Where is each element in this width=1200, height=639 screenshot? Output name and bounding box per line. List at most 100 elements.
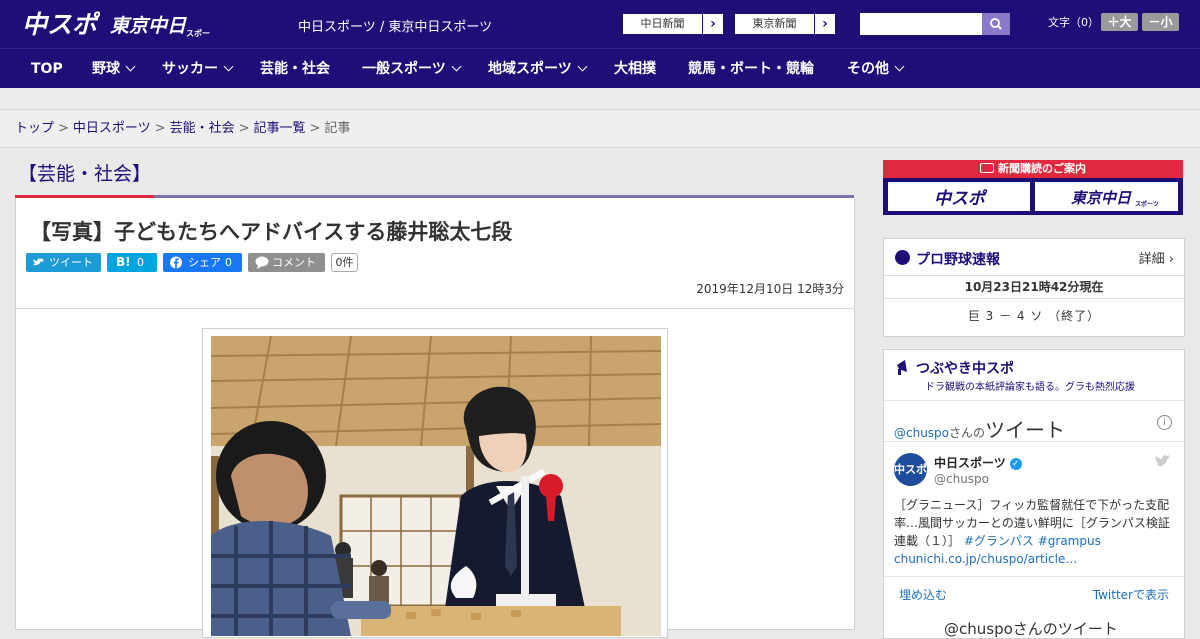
search-button[interactable] (982, 13, 1010, 35)
tokyo-shimbun-button[interactable]: 東京新聞 › (734, 13, 836, 35)
main-nav: TOP 野球 サッカー 芸能・社会 一般スポーツ 地域スポーツ 大相撲 競馬・ボ… (0, 48, 1200, 88)
nav-item-top[interactable]: TOP (31, 49, 63, 89)
chevron-right-icon: › (710, 16, 716, 32)
tokyo-chunichi-logo-mark: 東京中日 スポーツ (1071, 189, 1159, 208)
search-input[interactable] (860, 13, 982, 35)
facebook-share-button[interactable]: シェア 0 (163, 253, 242, 272)
chevron-down-icon (894, 61, 905, 72)
photo-image (211, 336, 661, 636)
font-size-label: 文字（0） (1048, 16, 1099, 29)
divider (884, 576, 1184, 577)
breadcrumb-separator: > (309, 121, 321, 136)
article-photo-frame (202, 328, 668, 638)
subscription-header-label: 新聞購読のご案内 (998, 162, 1086, 175)
tweet-account-user[interactable]: @chuspo (934, 472, 989, 486)
nav-item-soccer[interactable]: サッカー (162, 49, 234, 89)
font-smaller-button[interactable]: －小 (1142, 13, 1179, 31)
hatena-icon: B! (116, 255, 131, 269)
search-icon (990, 18, 1002, 30)
svg-text:スポーツ: スポーツ (1135, 200, 1159, 208)
breadcrumb-separator: > (238, 121, 250, 136)
megaphone-icon (897, 360, 907, 375)
chunichi-shimbun-label: 中日新聞 (623, 14, 703, 34)
nav-item-racing[interactable]: 競馬・ボート・競輪 (688, 49, 814, 89)
facebook-share-count: 0 (225, 256, 232, 269)
subscription-tokyo-logo[interactable]: 東京中日 スポーツ (1035, 182, 1178, 211)
svg-text:スポーツ: スポーツ (186, 28, 210, 38)
section-title: 【芸能・社会】 (18, 163, 152, 185)
top-bar: 中スポ 東京中日 スポーツ 中日スポーツ / 東京中日スポーツ 中日新聞 › 東… (0, 0, 1200, 48)
article-date: 2019年12月10日 12時3分 (696, 282, 844, 296)
nav-item-sumo[interactable]: 大相撲 (614, 49, 656, 89)
info-icon[interactable]: i (1157, 415, 1172, 430)
breadcrumb-link[interactable]: 中日スポーツ (73, 121, 151, 136)
nav-item-baseball[interactable]: 野球 (92, 49, 136, 89)
font-larger-button[interactable]: ＋大 (1101, 13, 1138, 31)
baseball-time: 10月23日21時42分現在 (884, 275, 1184, 299)
hatena-bookmark-button[interactable]: B! 0 (107, 253, 157, 272)
tweet-account-name-label: 中日スポーツ (934, 456, 1006, 470)
breadcrumb-current: 記事 (324, 121, 351, 136)
svg-text:東京中日: 東京中日 (110, 15, 187, 37)
tweet-label: ツイート (49, 256, 93, 269)
tokyo-chunichi-logo[interactable]: 東京中日 スポーツ (110, 8, 210, 40)
facebook-icon (170, 256, 182, 269)
chevron-down-icon (577, 61, 588, 72)
comment-count: 0件 (331, 253, 358, 272)
tweet-hashtags[interactable]: #グランパス #grampus (964, 534, 1101, 548)
subscription-header: 新聞購読のご案内 (883, 160, 1183, 178)
baseball-title: プロ野球速報 (916, 252, 1000, 268)
breadcrumb-link[interactable]: 芸能・社会 (170, 121, 235, 136)
breadcrumb-separator: > (58, 121, 69, 136)
tweet-account-name[interactable]: 中日スポーツ ✓ (934, 454, 1022, 471)
breadcrumb-link[interactable]: 記事一覧 (254, 121, 306, 136)
search-box (860, 13, 1010, 35)
chevron-right-icon: › (822, 16, 828, 32)
tweets-heading-label: ツイート (985, 418, 1066, 442)
tweets-heading[interactable]: @chuspoさんのツイート (894, 414, 1065, 443)
article-title: 【写真】子どもたちへアドバイスする藤井聡太七段 (30, 220, 513, 244)
tweets-footer-heading: @chuspoさんのツイート (944, 620, 1118, 638)
breadcrumb-link[interactable]: トップ (15, 121, 54, 136)
article: 【写真】子どもたちへアドバイスする藤井聡太七段 ツイート B! 0 シェア 0 … (15, 198, 855, 638)
svg-text:中スポ: 中スポ (22, 10, 100, 39)
chunichi-shimbun-button[interactable]: 中日新聞 › (622, 13, 724, 35)
twitter-handle-suffix: さんの (949, 426, 986, 440)
twitter-widget-subtitle[interactable]: ドラ観戦の本紙評論家も語る。グラも熱烈応援 (925, 378, 1135, 393)
nav-item-general-sports[interactable]: 一般スポーツ (362, 49, 462, 89)
chevron-down-icon (223, 61, 234, 72)
nav-item-entertainment[interactable]: 芸能・社会 (260, 49, 330, 89)
twitter-bird-icon (33, 258, 44, 266)
nav-item-other[interactable]: その他 (847, 49, 905, 89)
comment-label: コメント (272, 256, 316, 269)
twitter-bird-icon[interactable] (1155, 454, 1172, 468)
breadcrumb: トップ > 中日スポーツ > 芸能・社会 > 記事一覧 > 記事 (0, 111, 1200, 148)
baseball-icon (895, 250, 910, 265)
chevron-down-icon (125, 61, 136, 72)
tweet-text: ［グラニュース］フィッカ監督就任で下がった支配率…風間サッカーとの違い鮮明に［グ… (894, 496, 1179, 568)
nav-item-local-sports[interactable]: 地域スポーツ (488, 49, 588, 89)
subscription-banner[interactable]: 新聞購読のご案内 中スポ 東京中日 スポーツ (883, 160, 1183, 215)
main-column: 【芸能・社会】 【写真】子どもたちへアドバイスする藤井聡太七段 ツイート B! … (15, 149, 855, 638)
view-on-twitter-link[interactable]: Twitterで表示 (1093, 586, 1169, 603)
tweets-header: @chuspoさんのツイート i (884, 400, 1184, 442)
comment-button[interactable]: コメント (248, 253, 325, 272)
twitter-handle: @chuspo (894, 426, 950, 440)
chevron-down-icon (451, 61, 462, 72)
embed-link[interactable]: 埋め込む (899, 586, 947, 603)
subscription-chuspo-logo[interactable]: 中スポ (888, 182, 1030, 211)
baseball-score[interactable]: 巨 3 － 4 ソ （終了） (884, 307, 1184, 324)
baseball-score-widget: プロ野球速報 詳細 › 10月23日21時42分現在 巨 3 － 4 ソ （終了… (883, 238, 1185, 337)
tweet-button[interactable]: ツイート (26, 253, 101, 272)
chuspo-logo-mark: 中スポ (934, 189, 988, 209)
tokyo-shimbun-label: 東京新聞 (735, 14, 815, 34)
tweet-link[interactable]: chunichi.co.jp/chuspo/article… (894, 552, 1077, 566)
avatar[interactable]: 中スポ (894, 453, 927, 486)
article-photo[interactable] (211, 336, 661, 636)
svg-text:中スポ: 中スポ (934, 189, 988, 209)
verified-badge-icon: ✓ (1009, 457, 1022, 470)
chuspo-logo[interactable]: 中スポ (22, 6, 100, 40)
breadcrumb-separator: > (154, 121, 166, 136)
site-title[interactable]: 中日スポーツ / 東京中日スポーツ (298, 16, 492, 35)
baseball-detail-link[interactable]: 詳細 › (1139, 248, 1174, 267)
